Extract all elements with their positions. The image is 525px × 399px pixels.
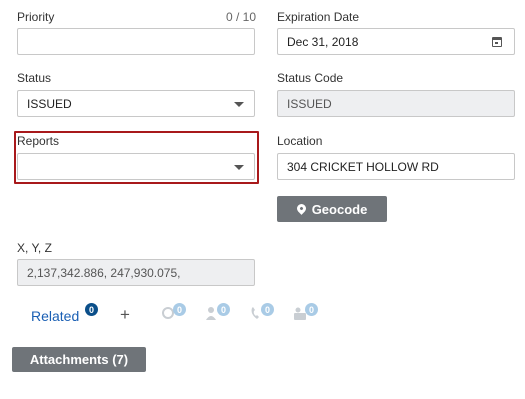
status-value: ISSUED [27, 96, 72, 111]
status-select[interactable]: ISSUED [17, 90, 255, 117]
chevron-down-icon [234, 102, 244, 107]
chevron-down-icon [234, 165, 244, 170]
attachments-button[interactable]: Attachments (7) [12, 347, 146, 372]
attachments-button-label: Attachments (7) [29, 352, 129, 367]
map-pin-icon [294, 201, 308, 215]
location-value: 304 CRICKET HOLLOW RD [287, 159, 439, 174]
people-related-count: 0 [217, 303, 230, 316]
location-input[interactable]: 304 CRICKET HOLLOW RD [277, 153, 515, 180]
status-code-label: Status Code [277, 71, 344, 85]
status-code-field: ISSUED [277, 90, 515, 117]
status-label: Status [17, 71, 52, 85]
geocode-button-label: Geocode [311, 201, 368, 217]
geocode-button[interactable]: Geocode [277, 196, 387, 222]
search-related-count: 0 [173, 303, 186, 316]
xyz-label: X, Y, Z [17, 241, 52, 255]
related-link[interactable]: Related [31, 308, 79, 324]
priority-label: Priority [17, 10, 55, 24]
related-count-badge: 0 [85, 303, 98, 316]
xyz-value: 2,137,342.886, 247,930.075, [27, 265, 181, 280]
reports-label: Reports [17, 134, 60, 148]
expiration-date-value: Dec 31, 2018 [287, 34, 359, 49]
priority-input[interactable] [17, 28, 255, 55]
group-related-count: 0 [305, 303, 318, 316]
plus-icon[interactable]: + [120, 305, 130, 325]
expiration-date-field[interactable]: Dec 31, 2018 [277, 28, 515, 55]
phone-related-count: 0 [261, 303, 274, 316]
status-code-value: ISSUED [287, 96, 332, 111]
expiration-date-label: Expiration Date [277, 10, 360, 24]
priority-char-counter: 0 / 10 [226, 10, 257, 24]
calendar-icon[interactable] [492, 37, 502, 47]
location-label: Location [277, 134, 323, 148]
xyz-field: 2,137,342.886, 247,930.075, [17, 259, 255, 286]
reports-select[interactable] [17, 153, 255, 180]
